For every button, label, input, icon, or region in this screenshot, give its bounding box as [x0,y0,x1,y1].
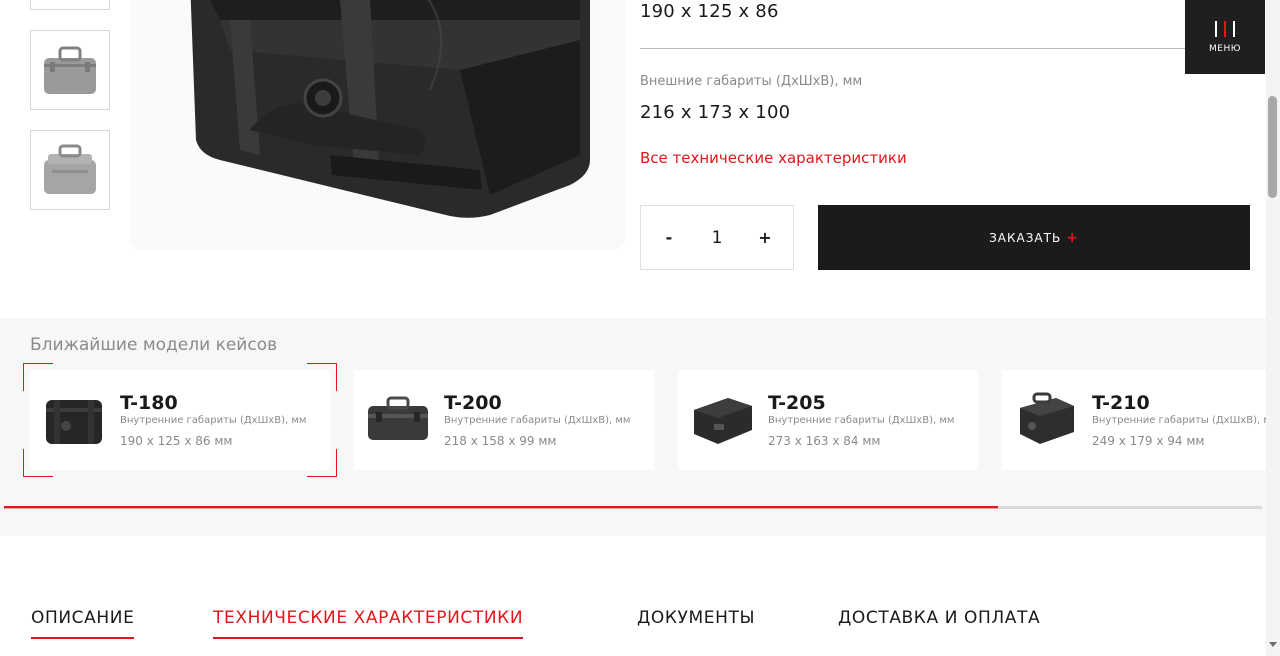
order-button[interactable]: ЗАКАЗАТЬ + [818,205,1250,270]
nearby-models-section: Ближайшие модели кейсов T-180 Внутренние… [0,318,1266,536]
scroll-down-arrow-icon[interactable] [1269,642,1277,647]
case-thumbnail-icon [44,46,96,94]
tab-description[interactable]: ОПИСАНИЕ [31,608,135,639]
gallery-thumbnail[interactable] [30,130,110,210]
model-dimensions-value: 218 x 158 x 99 мм [444,434,557,448]
outer-dimensions-value: 216 x 173 x 100 [640,102,791,123]
carousel-progress-fill [4,506,998,509]
model-card-t180[interactable]: T-180 Внутренние габариты (ДхШхВ), мм 19… [30,370,330,470]
tab-delivery-payment[interactable]: ДОСТАВКА И ОПЛАТА [838,608,1040,639]
model-dimensions-value: 190 x 125 x 86 мм [120,434,233,448]
inner-dimensions-value: 190 x 125 x 86 [640,1,779,22]
model-dimensions-label: Внутренние габариты (ДхШхВ), мм [768,415,955,426]
menu-label: МЕНЮ [1209,43,1241,54]
quantity-stepper: - 1 + [640,205,794,270]
all-specs-link[interactable]: Все технические характеристики [640,149,907,167]
model-card-t200[interactable]: T-200 Внутренние габариты (ДхШхВ), мм 21… [354,370,654,470]
outer-dimensions-label: Внешние габариты (ДхШхВ), мм [640,74,863,89]
gallery-thumbnail[interactable] [30,30,110,110]
gallery-thumbnail[interactable] [30,0,110,10]
model-name: T-200 [444,392,502,414]
menu-button[interactable]: МЕНЮ [1185,0,1265,74]
case-thumbnail-icon [368,396,428,440]
scrollbar-thumb[interactable] [1268,96,1277,198]
quantity-value[interactable]: 1 [712,228,723,248]
case-thumbnail-icon [44,144,96,194]
menu-icon [1215,20,1235,37]
case-photo-icon [190,0,590,218]
model-name: T-205 [768,392,826,414]
plus-icon: + [1066,229,1079,246]
quantity-increase-button[interactable]: + [755,228,775,247]
model-dimensions-label: Внутренние габариты (ДхШхВ), мм [1092,415,1266,426]
model-dimensions-value: 249 x 179 x 94 мм [1092,434,1205,448]
model-dimensions-label: Внутренние габариты (ДхШхВ), мм [444,415,631,426]
nearby-models-title: Ближайшие модели кейсов [30,335,278,355]
tab-documents[interactable]: ДОКУМЕНТЫ [637,608,755,639]
spec-divider [640,48,1250,49]
model-name: T-210 [1092,392,1150,414]
tab-specifications[interactable]: ТЕХНИЧЕСКИЕ ХАРАКТЕРИСТИКИ [213,608,524,639]
case-thumbnail-icon [694,398,752,444]
case-thumbnail-icon [46,400,102,444]
product-main-image[interactable] [130,0,625,250]
case-thumbnail-icon [1020,392,1074,444]
product-page: 190 x 125 x 86 Внешние габариты (ДхШхВ),… [0,0,1280,656]
model-card-t210[interactable]: T-210 Внутренние габариты (ДхШхВ), мм 24… [1002,370,1266,470]
model-dimensions-value: 273 x 163 x 84 мм [768,434,881,448]
model-card-t205[interactable]: T-205 Внутренние габариты (ДхШхВ), мм 27… [678,370,978,470]
product-tabs: ОПИСАНИЕ ТЕХНИЧЕСКИЕ ХАРАКТЕРИСТИКИ ДОКУ… [0,536,1266,656]
model-name: T-180 [120,392,178,414]
order-button-label: ЗАКАЗАТЬ [989,230,1062,245]
quantity-decrease-button[interactable]: - [659,228,679,247]
carousel-progress-bar[interactable] [4,506,1262,509]
model-dimensions-label: Внутренние габариты (ДхШхВ), мм [120,415,307,426]
